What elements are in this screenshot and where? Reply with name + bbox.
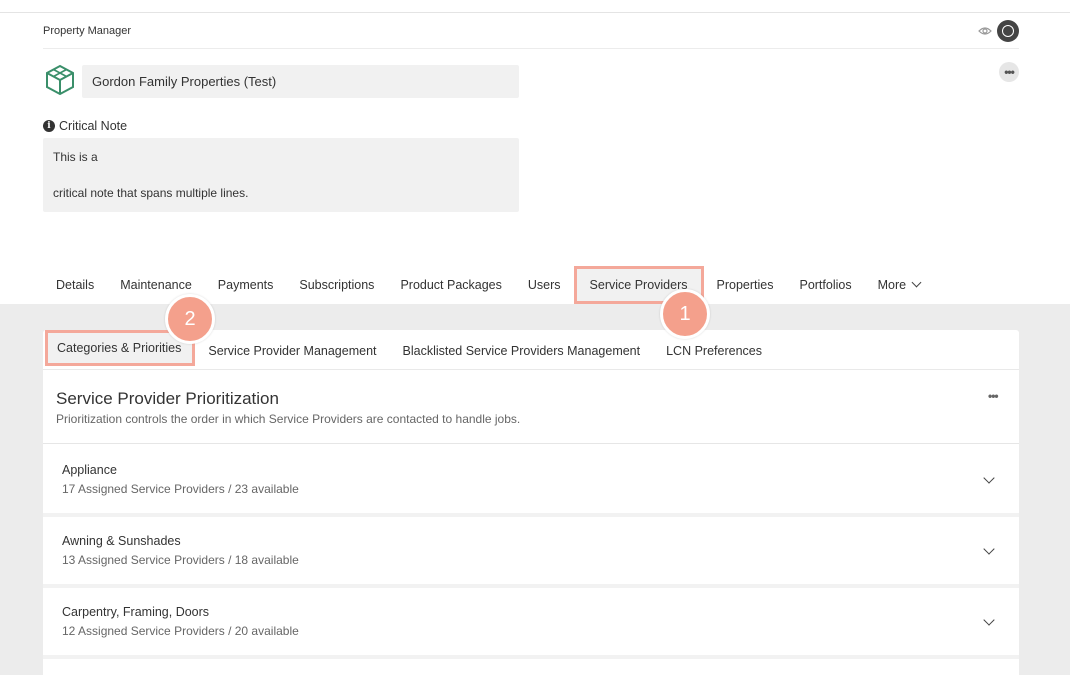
tab-properties[interactable]: Properties xyxy=(704,266,787,304)
tab-subscriptions[interactable]: Subscriptions xyxy=(286,266,387,304)
subtab-blacklisted-providers[interactable]: Blacklisted Service Providers Management xyxy=(390,330,654,370)
category-row[interactable]: Carpentry, Framing, Doors 12 Assigned Se… xyxy=(43,586,1019,659)
header-area: Property Manager Gordon Family Propertie… xyxy=(0,0,1070,304)
section-more-button[interactable]: ••• xyxy=(988,389,999,403)
category-summary: 13 Assigned Service Providers / 18 avail… xyxy=(62,553,299,567)
category-name: Carpentry, Framing, Doors xyxy=(62,605,210,619)
avatar-ring-icon xyxy=(1002,25,1014,37)
row-separator xyxy=(43,655,1019,659)
category-row[interactable]: Awning & Sunshades 13 Assigned Service P… xyxy=(43,515,1019,588)
tab-product-packages[interactable]: Product Packages xyxy=(387,266,514,304)
callout-badge-1: 1 xyxy=(660,289,710,339)
user-avatar[interactable] xyxy=(997,20,1019,42)
prioritization-card: Categories & Priorities Service Provider… xyxy=(43,330,1019,675)
top-divider xyxy=(0,12,1070,13)
category-summary: 17 Assigned Service Providers / 23 avail… xyxy=(62,482,299,496)
section-description: Prioritization controls the order in whi… xyxy=(56,412,521,426)
chevron-down-icon[interactable] xyxy=(983,543,995,555)
property-cube-icon xyxy=(46,64,74,96)
header-more-button[interactable]: ••• xyxy=(999,62,1019,82)
chevron-down-icon[interactable] xyxy=(983,472,995,484)
critical-note-line-1: This is a xyxy=(53,150,98,164)
tab-users[interactable]: Users xyxy=(515,266,574,304)
info-icon: i xyxy=(43,120,55,132)
tab-portfolios[interactable]: Portfolios xyxy=(786,266,864,304)
role-label: Property Manager xyxy=(43,25,132,37)
subtab-service-provider-management[interactable]: Service Provider Management xyxy=(195,330,389,370)
tab-more-label: More xyxy=(877,278,907,292)
critical-note-label: i Critical Note xyxy=(43,119,127,133)
category-row[interactable]: Appliance 17 Assigned Service Providers … xyxy=(43,444,1019,517)
tab-payments[interactable]: Payments xyxy=(205,266,287,304)
section-title: Service Provider Prioritization xyxy=(56,389,279,408)
critical-note-label-text: Critical Note xyxy=(59,119,128,133)
header-divider xyxy=(43,48,1019,49)
tab-details[interactable]: Details xyxy=(43,266,107,304)
critical-note-line-2: critical note that spans multiple lines. xyxy=(53,186,249,200)
tab-more[interactable]: More xyxy=(865,266,933,304)
property-name-field[interactable]: Gordon Family Properties (Test) xyxy=(82,65,519,98)
category-name: Appliance xyxy=(62,463,117,477)
callout-badge-2: 2 xyxy=(165,294,215,344)
critical-note-field[interactable]: This is a critical note that spans multi… xyxy=(43,138,519,212)
category-summary: 12 Assigned Service Providers / 20 avail… xyxy=(62,624,299,638)
eye-icon[interactable] xyxy=(978,25,992,37)
chevron-down-icon[interactable] xyxy=(983,614,995,626)
chevron-down-icon xyxy=(911,277,922,288)
category-name: Awning & Sunshades xyxy=(62,534,181,548)
subtab-lcn-preferences[interactable]: LCN Preferences xyxy=(653,330,775,370)
